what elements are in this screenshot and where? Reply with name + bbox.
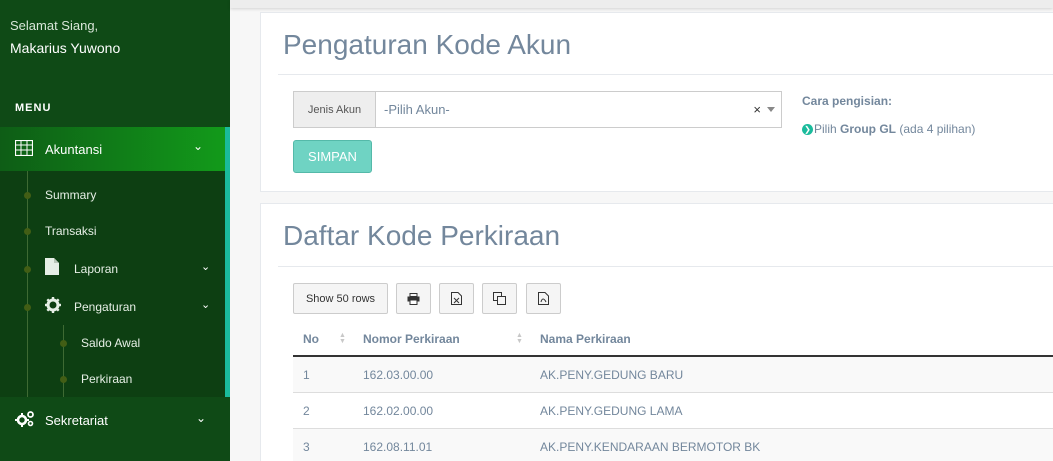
gears-icon: [15, 411, 34, 427]
clear-icon[interactable]: ×: [753, 92, 761, 127]
show-rows-button[interactable]: Show 50 rows: [293, 283, 388, 314]
save-button[interactable]: SIMPAN: [293, 140, 372, 173]
tree-dot: [60, 376, 67, 383]
chevron-down-icon: ⌄: [195, 411, 206, 425]
excel-icon: [451, 292, 462, 305]
sidebar-item-summary[interactable]: Summary: [45, 188, 96, 202]
menu-heading: MENU: [15, 102, 52, 114]
nav-accounting[interactable]: Akuntansi ⌄: [0, 127, 230, 171]
sidebar-item-transaksi[interactable]: Transaksi: [45, 224, 97, 238]
help-title: Cara pengisian:: [802, 94, 893, 108]
nav-sekretariat-label: Sekretariat: [45, 413, 108, 428]
pdf-icon: [538, 292, 549, 305]
tree-line: [63, 325, 64, 397]
file-icon: [45, 258, 59, 275]
calculator-icon: [15, 140, 33, 156]
user-name: Makarius Yuwono: [10, 40, 121, 56]
cell-no: 1: [303, 368, 310, 382]
help-instruction: ❯ Pilih Group GL (ada 4 pilihan): [802, 122, 975, 136]
cell-nama: AK.PENY.GEDUNG LAMA: [540, 404, 683, 418]
account-type-input-group: Jenis Akun -Pilih Akun- ×: [293, 91, 782, 128]
account-select[interactable]: -Pilih Akun- ×: [376, 92, 781, 127]
help-bold: Group GL: [840, 122, 897, 136]
tree-dot: [24, 228, 31, 235]
dropdown-caret-icon[interactable]: [767, 107, 775, 112]
copy-button[interactable]: [482, 283, 517, 314]
help-suffix: (ada 4 pilihan): [896, 122, 976, 136]
column-header-no[interactable]: No: [303, 332, 319, 346]
sidebar-item-pengaturan[interactable]: Pengaturan: [74, 300, 136, 314]
table-row[interactable]: 3 162.08.11.01 AK.PENY.KENDARAAN BERMOTO…: [293, 429, 1053, 461]
cell-no: 3: [303, 440, 310, 454]
gear-icon: [45, 297, 61, 313]
column-header-nomor[interactable]: Nomor Perkiraan: [363, 332, 460, 346]
divider: [278, 266, 1053, 267]
cell-nomor: 162.08.11.01: [363, 440, 433, 454]
sidebar: Selamat Siang, Makarius Yuwono MENU Akun…: [0, 0, 230, 461]
tree-dot: [24, 304, 31, 311]
sidebar-item-laporan[interactable]: Laporan: [74, 262, 118, 276]
accounting-submenu: Summary Transaksi Laporan ⌄ Pengaturan ⌄…: [0, 171, 230, 397]
page-title: Pengaturan Kode Akun: [283, 29, 572, 60]
help-prefix: Pilih: [814, 122, 841, 136]
nav-sekretariat[interactable]: Sekretariat ⌄: [0, 397, 230, 443]
table-row[interactable]: 1 162.03.00.00 AK.PENY.GEDUNG BARU: [293, 357, 1053, 393]
cell-nama: AK.PENY.KENDARAAN BERMOTOR BK: [540, 440, 761, 454]
cell-nama: AK.PENY.GEDUNG BARU: [540, 368, 684, 382]
list-title: Daftar Kode Perkiraan: [283, 220, 561, 251]
tree-line: [27, 171, 28, 397]
copy-icon: [493, 292, 506, 305]
chevron-down-icon: ⌄: [201, 261, 211, 273]
tree-dot: [24, 192, 31, 199]
tree-dot: [60, 340, 67, 347]
nav-accounting-label: Akuntansi: [45, 142, 103, 157]
greeting-text: Selamat Siang,: [10, 18, 99, 33]
pdf-export-button[interactable]: [526, 283, 561, 314]
tree-dot: [24, 266, 31, 273]
sort-icon[interactable]: ▲ ▼: [516, 332, 523, 345]
cell-nomor: 162.03.00.00: [363, 368, 434, 382]
account-select-value: -Pilih Akun-: [384, 102, 450, 117]
sort-icon[interactable]: ▲ ▼: [339, 332, 346, 345]
cell-no: 2: [303, 404, 310, 418]
account-list-panel: Daftar Kode Perkiraan Show 50 rows No ▲ …: [260, 203, 1053, 461]
sidebar-item-saldo-awal[interactable]: Saldo Awal: [81, 336, 140, 350]
top-navbar: [230, 0, 1053, 8]
cell-nomor: 162.02.00.00: [363, 404, 434, 418]
chevron-down-icon: ⌄: [201, 299, 211, 311]
main-content: Pengaturan Kode Akun Jenis Akun -Pilih A…: [230, 0, 1053, 461]
account-code-form-panel: Pengaturan Kode Akun Jenis Akun -Pilih A…: [260, 12, 1053, 192]
chevron-down-icon: ⌄: [192, 139, 203, 153]
column-header-nama[interactable]: Nama Perkiraan: [540, 332, 631, 346]
print-button[interactable]: [396, 283, 431, 314]
chevron-right-circle-icon: ❯: [802, 123, 813, 135]
excel-export-button[interactable]: [439, 283, 474, 314]
divider: [278, 74, 1053, 75]
account-type-label: Jenis Akun: [294, 92, 376, 127]
sidebar-item-perkiraan[interactable]: Perkiraan: [81, 372, 132, 386]
table-header: No ▲ ▼ Nomor Perkiraan ▲ ▼ Nama Perkiraan: [293, 322, 1053, 357]
print-icon: [407, 292, 420, 305]
table-row[interactable]: 2 162.02.00.00 AK.PENY.GEDUNG LAMA: [293, 393, 1053, 429]
